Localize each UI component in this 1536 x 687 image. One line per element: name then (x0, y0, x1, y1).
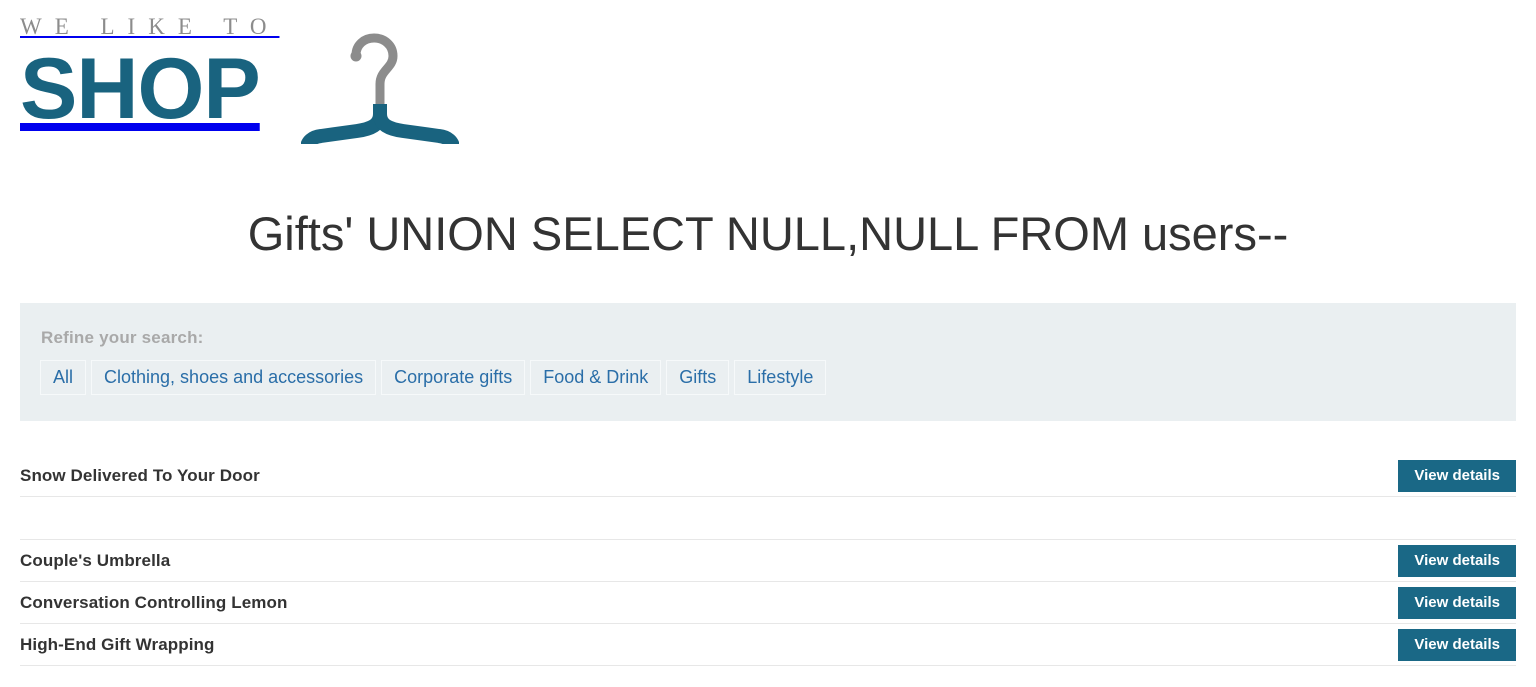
product-name: Snow Delivered To Your Door (20, 465, 260, 485)
table-row: Conversation Controlling Lemon View deta… (20, 582, 1516, 624)
view-details-button[interactable]: View details (1398, 459, 1516, 492)
refine-search-label: Refine your search: (41, 328, 204, 347)
clothes-hanger-icon (300, 26, 461, 149)
site-header: WE LIKE TO SHOP (0, 0, 1536, 160)
product-list: Snow Delivered To Your Door View details… (20, 455, 1516, 666)
product-name: High-End Gift Wrapping (20, 634, 215, 654)
filter-chip-all[interactable]: All (40, 360, 87, 395)
view-details-button[interactable]: View details (1398, 628, 1516, 661)
page-title: Gifts' UNION SELECT NULL,NULL FROM users… (247, 207, 1289, 260)
product-name: Couple's Umbrella (20, 550, 171, 570)
category-filter-list: All Clothing, shoes and accessories Corp… (40, 360, 827, 395)
view-details-button[interactable]: View details (1398, 544, 1516, 577)
site-logo[interactable]: WE LIKE TO SHOP (20, 10, 461, 149)
filter-chip-food-and-drink[interactable]: Food & Drink (530, 360, 662, 395)
table-row: High-End Gift Wrapping View details (20, 624, 1516, 666)
logo-tagline: WE LIKE TO (20, 14, 280, 39)
filter-chip-clothing-shoes-and-accessories[interactable]: Clothing, shoes and accessories (91, 360, 377, 395)
table-row: Couple's Umbrella View details (20, 540, 1516, 582)
view-details-button[interactable]: View details (1398, 586, 1516, 619)
logo-wordmark: WE LIKE TO SHOP (20, 10, 279, 132)
table-row (20, 497, 1516, 540)
shop-page: WE LIKE TO SHOP Gifts' UNION SELECT NULL (0, 0, 1536, 687)
table-row: Snow Delivered To Your Door View details (20, 455, 1516, 497)
logo-name: SHOP (20, 41, 261, 137)
product-name: Conversation Controlling Lemon (20, 592, 288, 612)
view-details-placeholder (1374, 502, 1516, 534)
filter-chip-lifestyle[interactable]: Lifestyle (734, 360, 827, 395)
refine-search-panel: Refine your search: All Clothing, shoes … (20, 303, 1516, 421)
filter-chip-corporate-gifts[interactable]: Corporate gifts (381, 360, 526, 395)
filter-chip-gifts[interactable]: Gifts (666, 360, 730, 395)
